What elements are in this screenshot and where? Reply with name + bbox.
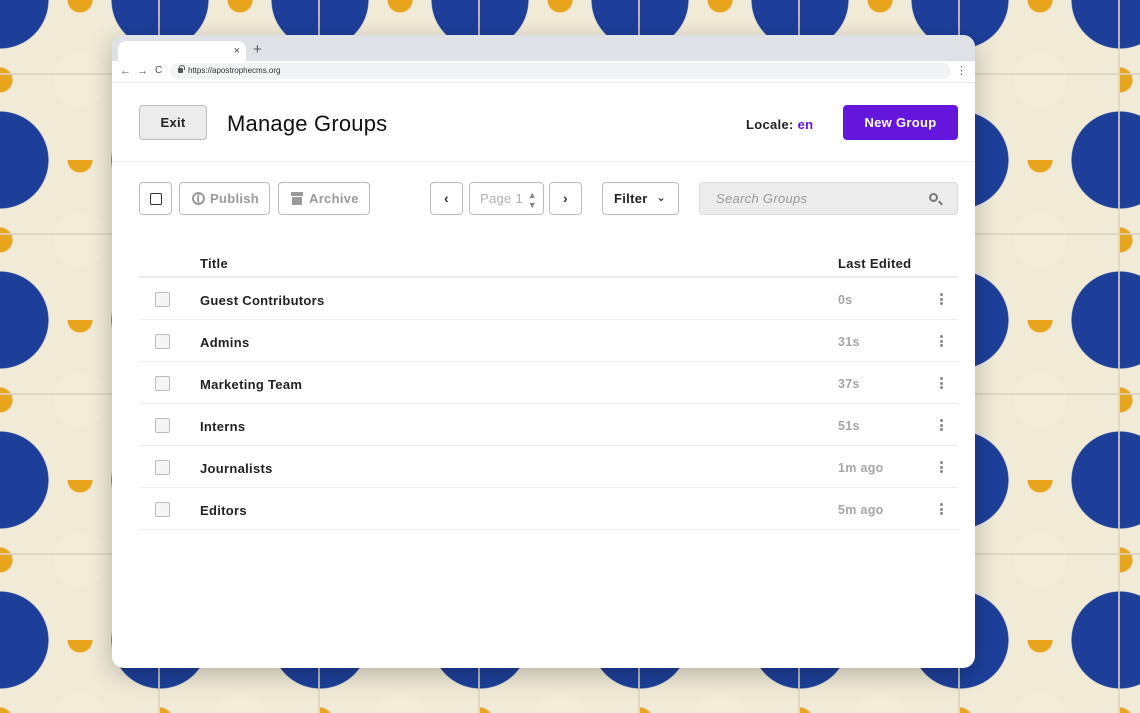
- close-icon[interactable]: ×: [234, 44, 240, 58]
- row-checkbox[interactable]: [155, 376, 170, 391]
- row-title[interactable]: Interns: [200, 419, 245, 434]
- table-header: Title Last Edited: [139, 242, 958, 278]
- table-row[interactable]: Guest Contributors 0s: [139, 278, 958, 320]
- manager-toolbar: Publish Archive ‹ Page 1 ▲ ▼ › Filter ⌄ S…: [112, 162, 975, 242]
- browser-tab-strip: × +: [112, 35, 975, 61]
- search-input[interactable]: Search Groups: [699, 182, 958, 215]
- row-checkbox[interactable]: [155, 292, 170, 307]
- checkbox-icon: [150, 193, 162, 205]
- groups-table: Title Last Edited Guest Contributors 0s …: [139, 242, 958, 530]
- filter-button[interactable]: Filter ⌄: [602, 182, 679, 215]
- table-row[interactable]: Interns 51s: [139, 404, 958, 446]
- page-select-value: Page 1: [480, 191, 524, 206]
- globe-icon: [192, 192, 205, 205]
- more-options-icon[interactable]: [940, 377, 943, 389]
- modal-header: Exit Manage Groups Locale: en New Group: [112, 83, 975, 162]
- row-last-edited: 0s: [838, 293, 853, 307]
- search-icon[interactable]: [929, 193, 938, 202]
- more-options-icon[interactable]: [940, 461, 943, 473]
- row-checkbox[interactable]: [155, 334, 170, 349]
- reload-icon[interactable]: C: [155, 64, 162, 78]
- lock-icon: [178, 65, 185, 73]
- browser-window: × + ← → C https://apostrophecms.org ⋮ Ex…: [112, 35, 975, 668]
- more-options-icon[interactable]: [940, 293, 943, 305]
- chevron-left-icon: ‹: [444, 190, 449, 206]
- archive-button[interactable]: Archive: [278, 182, 370, 215]
- new-group-button[interactable]: New Group: [843, 105, 958, 140]
- table-row[interactable]: Admins 31s: [139, 320, 958, 362]
- more-options-icon[interactable]: [940, 335, 943, 347]
- chevron-right-icon: ›: [563, 190, 568, 206]
- publish-button[interactable]: Publish: [179, 182, 270, 215]
- row-last-edited: 5m ago: [838, 503, 884, 517]
- row-checkbox[interactable]: [155, 460, 170, 475]
- row-checkbox[interactable]: [155, 418, 170, 433]
- locale-indicator[interactable]: Locale: en: [746, 117, 813, 132]
- row-last-edited: 37s: [838, 377, 860, 391]
- archive-icon: [291, 192, 303, 205]
- row-checkbox[interactable]: [155, 502, 170, 517]
- table-row[interactable]: Journalists 1m ago: [139, 446, 958, 488]
- exit-button[interactable]: Exit: [139, 105, 207, 140]
- table-row[interactable]: Editors 5m ago: [139, 488, 958, 530]
- chevron-down-icon: ⌄: [656, 192, 666, 204]
- more-options-icon[interactable]: [940, 419, 943, 431]
- row-title[interactable]: Journalists: [200, 461, 273, 476]
- new-tab-button[interactable]: +: [253, 42, 262, 58]
- sort-arrows-icon: ▲ ▼: [527, 190, 537, 210]
- row-title[interactable]: Guest Contributors: [200, 293, 325, 308]
- back-icon[interactable]: ←: [120, 64, 131, 78]
- row-last-edited: 51s: [838, 419, 860, 433]
- archive-label: Archive: [309, 191, 359, 206]
- next-page-button[interactable]: ›: [549, 182, 582, 215]
- address-bar[interactable]: https://apostrophecms.org: [170, 63, 951, 79]
- browser-tab[interactable]: ×: [118, 41, 246, 61]
- page-title: Manage Groups: [227, 111, 388, 136]
- forward-icon[interactable]: →: [137, 64, 148, 78]
- column-header-last-edited[interactable]: Last Edited: [838, 256, 911, 271]
- publish-label: Publish: [210, 191, 260, 206]
- column-header-title[interactable]: Title: [200, 256, 228, 271]
- filter-label: Filter: [614, 191, 648, 206]
- row-last-edited: 31s: [838, 335, 860, 349]
- table-row[interactable]: Marketing Team 37s: [139, 362, 958, 404]
- select-all-checkbox[interactable]: [139, 182, 172, 215]
- browser-menu-icon[interactable]: ⋮: [956, 64, 967, 78]
- search-placeholder: Search Groups: [716, 191, 808, 206]
- more-options-icon[interactable]: [940, 503, 943, 515]
- previous-page-button[interactable]: ‹: [430, 182, 463, 215]
- row-title[interactable]: Marketing Team: [200, 377, 302, 392]
- manage-groups-app: Exit Manage Groups Locale: en New Group P…: [112, 83, 975, 668]
- row-title[interactable]: Editors: [200, 503, 247, 518]
- locale-value: en: [797, 117, 814, 132]
- row-title[interactable]: Admins: [200, 335, 249, 350]
- row-last-edited: 1m ago: [838, 461, 884, 475]
- locale-label: Locale:: [746, 117, 794, 132]
- url-text: https://apostrophecms.org: [188, 66, 281, 75]
- page-select[interactable]: Page 1 ▲ ▼: [469, 182, 544, 215]
- browser-toolbar: ← → C https://apostrophecms.org ⋮: [112, 61, 975, 83]
